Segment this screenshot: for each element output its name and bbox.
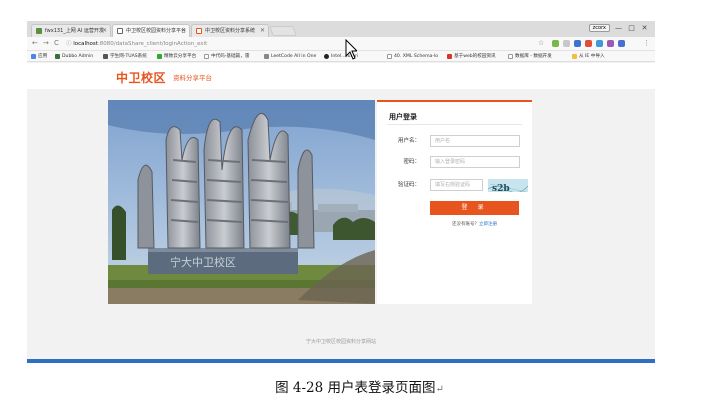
register-row: 还没有账号？立即注册 xyxy=(430,221,519,227)
captcha-graphic: s2b xyxy=(488,181,528,192)
captcha-text: s2b xyxy=(492,184,510,192)
tab-label: fwx131_上网 AI 运营开发 xyxy=(45,28,104,34)
site-subtitle: 资料分享平台 xyxy=(173,74,212,82)
github-icon xyxy=(324,54,329,59)
mouse-cursor-icon xyxy=(345,39,357,60)
page-content: 中卫校区 资料分享平台 宁大中卫校区 用户登录 用户名： 用户名 密码： 验证码… xyxy=(27,63,655,363)
new-tab-button[interactable] xyxy=(269,26,297,36)
tab-close-icon[interactable]: ✕ xyxy=(260,25,265,37)
extension-icon[interactable] xyxy=(585,40,592,47)
minimize-icon[interactable]: — xyxy=(614,23,623,33)
bookmark-item[interactable]: 中代码-基础篇，雷 xyxy=(204,53,249,60)
bookmark-item[interactable]: LeetCode All in One xyxy=(264,53,316,60)
page-icon xyxy=(204,54,209,59)
site-footer: 宁大中卫校区校园资料分享网站 xyxy=(305,339,376,345)
campus-photo-image: 宁大中卫校区 xyxy=(108,100,375,304)
site-logo[interactable]: 中卫校区 xyxy=(116,69,166,86)
os-taskbar xyxy=(27,359,655,363)
back-icon[interactable]: ← xyxy=(32,39,38,47)
page-icon xyxy=(508,54,513,59)
bookmark-favicon-icon xyxy=(55,54,60,59)
campus-photo: 宁大中卫校区 xyxy=(108,100,375,304)
captcha-image[interactable]: s2b xyxy=(488,179,528,192)
bookmark-item[interactable]: 数据库 - 数据开发 xyxy=(508,53,552,60)
menu-icon[interactable]: ⋮ xyxy=(643,39,650,47)
bookmark-item[interactable]: Dubbo Admin xyxy=(55,53,93,60)
login-title: 用户登录 xyxy=(389,113,417,121)
bookmark-favicon-icon xyxy=(103,54,108,59)
profile-badge[interactable]: zcorx xyxy=(588,24,610,32)
sign-lettering: 宁大中卫校区 xyxy=(170,255,236,269)
tab-favicon-icon xyxy=(36,28,42,34)
tab-close-icon[interactable]: ✕ xyxy=(102,25,107,37)
captcha-input[interactable] xyxy=(430,179,483,191)
extension-icon[interactable] xyxy=(563,40,570,47)
tab-favicon-icon xyxy=(117,28,123,34)
tab-label: 中卫校区校园资料分享平台 xyxy=(126,28,187,34)
tab-2[interactable]: 中卫校区校园资料分享平台 ✕ xyxy=(112,24,190,37)
login-button[interactable]: 登 录 xyxy=(430,201,519,215)
login-panel: 用户登录 用户名： 密码： 验证码： s2b 登 录 还没有账号？立即注册 xyxy=(377,100,532,304)
url-host: localhost xyxy=(73,41,98,47)
browser-window: fwx131_上网 AI 运营开发 ✕ 中卫校区校园资料分享平台 ✕ 中卫校区资… xyxy=(27,21,655,363)
url-path: :8080/dataShare_client/loginAction_exit xyxy=(97,41,208,47)
tab-strip: fwx131_上网 AI 运营开发 ✕ 中卫校区校园资料分享平台 ✕ 中卫校区资… xyxy=(27,21,655,37)
folder-icon xyxy=(572,54,577,59)
site-header: 中卫校区 资料分享平台 xyxy=(27,63,655,89)
register-prompt: 还没有账号？ xyxy=(452,222,479,227)
extension-icon[interactable] xyxy=(596,40,603,47)
bookmark-item[interactable]: 40. XML Schema-lo xyxy=(387,53,438,60)
page-icon xyxy=(387,54,392,59)
tab-3[interactable]: 中卫校区资料分享系统 ✕ xyxy=(191,24,269,37)
extension-icon[interactable] xyxy=(618,40,625,47)
username-label: 用户名： xyxy=(397,138,420,144)
bookmark-star-icon[interactable]: ☆ xyxy=(538,39,544,47)
extension-icon[interactable] xyxy=(607,40,614,47)
reload-icon[interactable]: C xyxy=(54,39,59,47)
tab-close-icon[interactable]: ✕ xyxy=(181,25,186,37)
tab-1[interactable]: fwx131_上网 AI 运营开发 ✕ xyxy=(31,24,111,37)
bookmark-favicon-icon xyxy=(264,54,269,59)
maximize-icon[interactable]: □ xyxy=(627,23,636,33)
caption-text: 图 4-28 用户表登录页面图 xyxy=(275,380,436,396)
username-input[interactable] xyxy=(430,135,520,147)
window-controls: zcorx — □ ✕ xyxy=(588,22,649,34)
figure-caption: 图 4-28 用户表登录页面图↵ xyxy=(0,376,719,396)
apps-icon xyxy=(31,54,36,59)
captcha-label: 验证码： xyxy=(397,182,420,188)
bookmarks-bar: 应用 Dubbo Admin 学生网-TUAS系统 精致云分享平台 中代码-基础… xyxy=(27,51,655,62)
tab-label: 中卫校区资料分享系统 xyxy=(205,28,256,34)
bookmark-favicon-icon xyxy=(447,54,452,59)
bookmark-item[interactable]: 应用 xyxy=(31,53,47,60)
tab-favicon-icon xyxy=(196,28,202,34)
extension-icon[interactable] xyxy=(552,40,559,47)
register-link[interactable]: 立即注册 xyxy=(479,222,497,227)
address-bar: ← → C ⓘ localhost:8080/dataShare_client/… xyxy=(27,37,655,51)
paragraph-mark: ↵ xyxy=(435,384,444,395)
extension-icon[interactable] xyxy=(574,40,581,47)
bookmark-item[interactable]: 学生网-TUAS系统 xyxy=(103,53,147,60)
bookmark-item[interactable]: 精致云分享平台 xyxy=(157,53,196,60)
password-label: 密码： xyxy=(403,159,420,165)
bookmark-item[interactable]: 从 IE 中导入 xyxy=(572,53,605,60)
url-field[interactable]: ⓘ localhost:8080/dataShare_client/loginA… xyxy=(66,39,207,49)
bookmark-favicon-icon xyxy=(157,54,162,59)
divider xyxy=(387,124,522,125)
close-window-icon[interactable]: ✕ xyxy=(640,23,649,33)
password-input[interactable] xyxy=(430,156,520,168)
forward-icon[interactable]: → xyxy=(43,39,49,47)
bookmark-item[interactable]: 基于web的校园资讯 xyxy=(447,53,496,60)
